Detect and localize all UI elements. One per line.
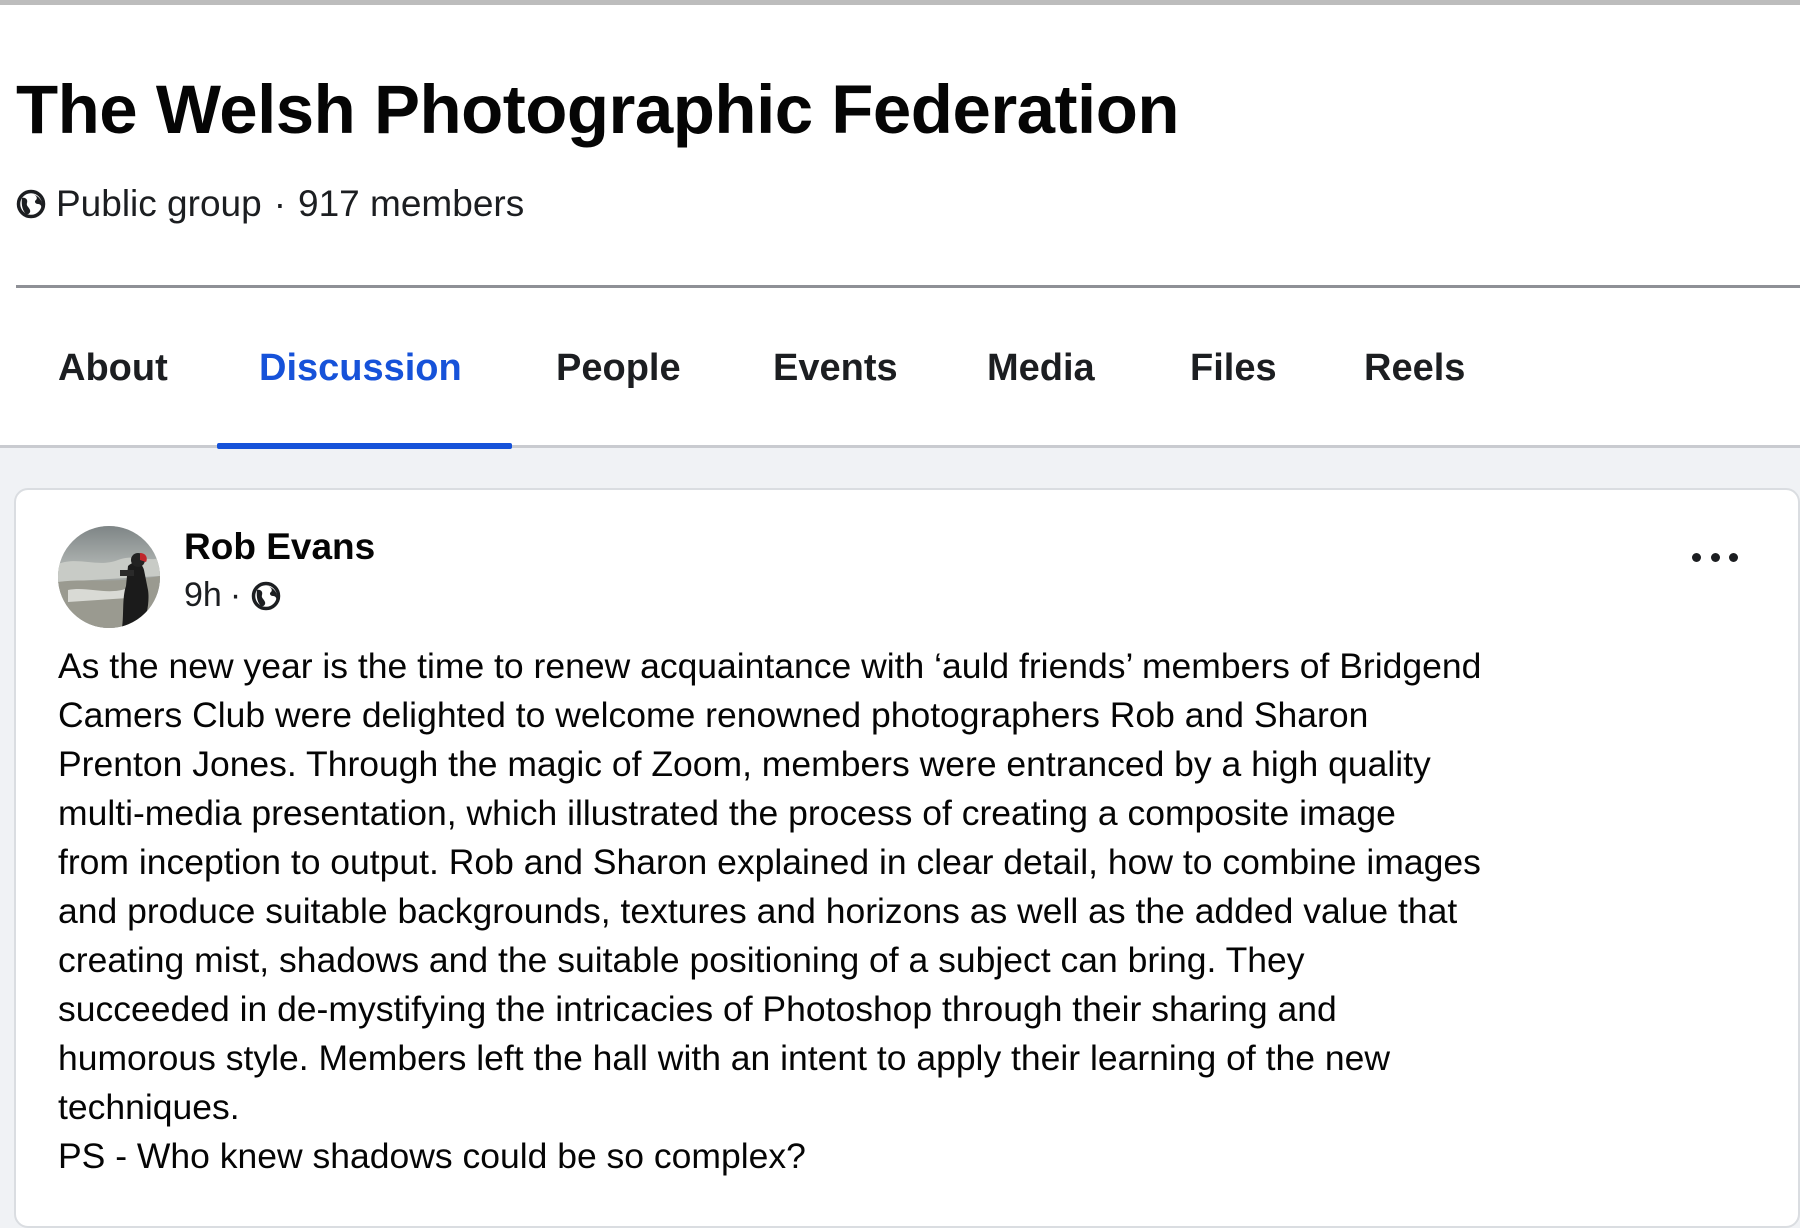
post-text-line: creating mist, shadows and the suitable …: [58, 940, 1305, 980]
group-meta: Public group · 917 members: [16, 183, 524, 225]
active-tab-indicator: [217, 443, 512, 449]
header-divider: [16, 285, 1800, 288]
post-text-line: techniques.: [58, 1087, 240, 1127]
post-timestamp[interactable]: 9h: [184, 576, 222, 615]
post-card: Rob Evans 9h · As the new year is the ti…: [14, 488, 1800, 1228]
post-text-line: Prenton Jones. Through the magic of Zoom…: [58, 744, 1431, 784]
author-name[interactable]: Rob Evans: [184, 526, 375, 568]
tab-reels[interactable]: Reels: [1364, 347, 1465, 390]
tab-people[interactable]: People: [556, 347, 681, 390]
more-dot: [1710, 552, 1720, 562]
avatar[interactable]: [58, 526, 160, 628]
group-header: The Welsh Photographic Federation Public…: [0, 5, 1800, 449]
tab-files[interactable]: Files: [1190, 347, 1277, 390]
post-text-line: Camers Club were delighted to welcome re…: [58, 695, 1369, 735]
post-text-line: humorous style. Members left the hall wi…: [58, 1038, 1390, 1078]
post-text-line: multi-media presentation, which illustra…: [58, 793, 1396, 833]
privacy-label: Public group: [56, 183, 262, 224]
post-text-line: from inception to output. Rob and Sharon…: [58, 842, 1481, 882]
timestamp-separator: ·: [229, 576, 242, 614]
post-text-line: PS - Who knew shadows could be so comple…: [58, 1136, 806, 1176]
tab-about[interactable]: About: [58, 347, 168, 390]
tab-media[interactable]: Media: [987, 347, 1095, 390]
post-text-line: succeeded in de-mystifying the intricaci…: [58, 989, 1337, 1029]
group-title: The Welsh Photographic Federation: [16, 71, 1180, 148]
post-meta: 9h ·: [184, 576, 281, 615]
tab-discussion[interactable]: Discussion: [259, 347, 462, 390]
globe-icon: [251, 581, 281, 611]
more-dot: [1729, 552, 1738, 562]
post-text-line: and produce suitable backgrounds, textur…: [58, 891, 1458, 931]
member-count[interactable]: 917 members: [298, 183, 524, 225]
tab-events[interactable]: Events: [773, 347, 898, 390]
post-text: As the new year is the time to renew acq…: [58, 642, 1778, 1181]
more-dot: [1692, 552, 1701, 562]
post-text-line: As the new year is the time to renew acq…: [58, 646, 1482, 686]
meta-separator: ·: [273, 183, 287, 224]
group-tabs: About Discussion People Events Media Fil…: [0, 335, 1800, 449]
globe-icon: [16, 189, 46, 219]
more-options-icon[interactable]: [1692, 542, 1738, 572]
